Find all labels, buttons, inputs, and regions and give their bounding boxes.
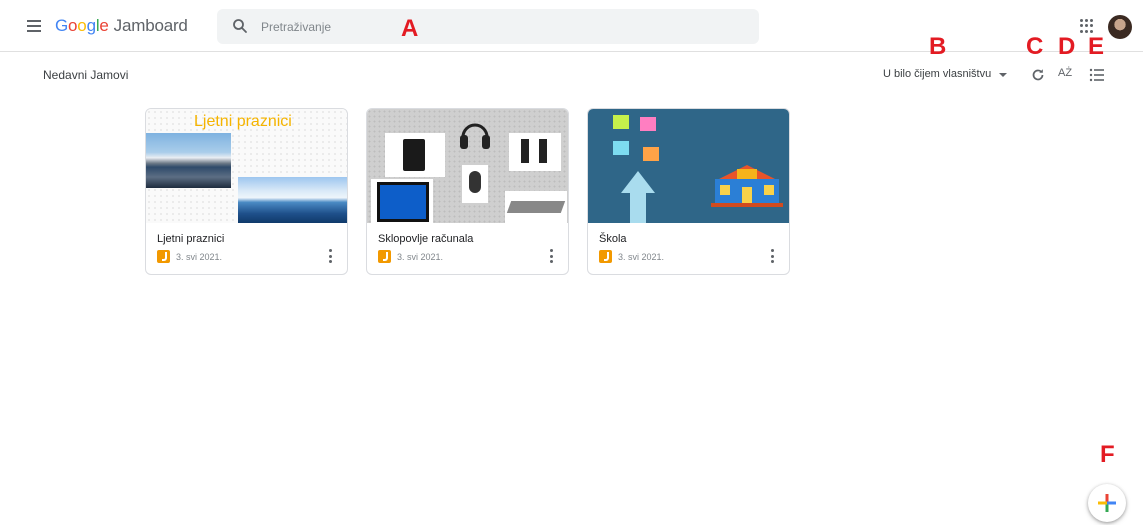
sticky-note bbox=[613, 141, 629, 155]
avatar[interactable] bbox=[1108, 15, 1132, 39]
keyboard-image bbox=[505, 191, 567, 223]
jam-card-sklopovlje-racunala[interactable]: Sklopovlje računala 3. svi 2021. bbox=[366, 108, 569, 275]
owner-filter-dropdown[interactable]: U bilo čijem vlasništvu bbox=[883, 68, 1008, 80]
jam-thumbnail: Ljetni praznici bbox=[146, 109, 347, 223]
jamboard-file-icon bbox=[378, 250, 391, 263]
jam-meta: 3. svi 2021. bbox=[599, 250, 664, 263]
mouse-image bbox=[462, 165, 488, 203]
more-vertical-icon[interactable] bbox=[771, 249, 775, 263]
annotation-label-a: A bbox=[401, 15, 419, 42]
main-menu-button[interactable] bbox=[24, 16, 44, 36]
refresh-icon[interactable] bbox=[1029, 66, 1047, 84]
headphones-image bbox=[460, 123, 490, 149]
annotation-label-d: D bbox=[1058, 33, 1076, 60]
app-logo[interactable]: Google Jamboard bbox=[55, 16, 188, 36]
jam-meta: 3. svi 2021. bbox=[378, 250, 443, 263]
hamburger-line bbox=[27, 25, 41, 27]
sticky-note bbox=[613, 115, 629, 129]
logo-letter: G bbox=[55, 16, 69, 35]
new-jam-button[interactable] bbox=[1088, 484, 1126, 522]
jam-date: 3. svi 2021. bbox=[618, 251, 665, 262]
monitor-image bbox=[371, 179, 433, 223]
jamboard-file-icon bbox=[599, 250, 612, 263]
more-vertical-icon[interactable] bbox=[550, 249, 554, 263]
arrow-up-shape bbox=[621, 171, 655, 223]
logo-letter: o bbox=[68, 16, 78, 35]
product-name: Jamboard bbox=[113, 16, 188, 35]
search-input[interactable] bbox=[259, 9, 739, 44]
logo-letter: g bbox=[86, 16, 96, 35]
school-building-image bbox=[711, 165, 783, 207]
sort-az-icon[interactable]: AŻ bbox=[1058, 67, 1072, 79]
caret-down-icon bbox=[999, 73, 1008, 77]
owner-filter-label: U bilo čijem vlasništvu bbox=[883, 68, 992, 80]
annotation-label-b: B bbox=[929, 33, 947, 60]
jamboard-file-icon bbox=[157, 250, 170, 263]
search-bar[interactable] bbox=[217, 9, 759, 44]
jam-thumbnail bbox=[367, 109, 568, 223]
jam-title: Škola bbox=[599, 233, 627, 245]
logo-letter: e bbox=[99, 16, 109, 35]
speakers-image bbox=[509, 133, 561, 171]
annotation-label-f: F bbox=[1100, 441, 1115, 468]
more-vertical-icon[interactable] bbox=[329, 249, 333, 263]
plus-icon bbox=[1098, 494, 1116, 512]
apps-grid-icon[interactable] bbox=[1080, 19, 1094, 33]
jam-card-ljetni-praznici[interactable]: Ljetni praznici Ljetni praznici 3. svi 2… bbox=[145, 108, 348, 275]
jam-title: Ljetni praznici bbox=[157, 233, 225, 245]
mountain-lake-image bbox=[146, 133, 231, 188]
sticky-note bbox=[640, 117, 656, 131]
jam-title: Sklopovlje računala bbox=[378, 233, 474, 245]
annotation-label-e: E bbox=[1088, 33, 1105, 60]
section-title: Nedavni Jamovi bbox=[43, 68, 129, 82]
sticky-note bbox=[643, 147, 659, 161]
app-header: Google Jamboard bbox=[0, 0, 1143, 52]
search-icon[interactable] bbox=[232, 18, 248, 34]
thumbnail-title: Ljetni praznici bbox=[194, 113, 292, 130]
annotation-label-c: C bbox=[1026, 33, 1044, 60]
jam-date: 3. svi 2021. bbox=[176, 251, 223, 262]
hamburger-line bbox=[27, 30, 41, 32]
jam-date: 3. svi 2021. bbox=[397, 251, 444, 262]
jam-thumbnail bbox=[588, 109, 789, 223]
sea-image bbox=[238, 177, 347, 223]
list-view-icon[interactable] bbox=[1088, 66, 1106, 84]
jam-card-skola[interactable]: Škola 3. svi 2021. bbox=[587, 108, 790, 275]
hamburger-line bbox=[27, 20, 41, 22]
logo-letter: o bbox=[77, 16, 87, 35]
computer-case-image bbox=[385, 133, 445, 177]
jam-meta: 3. svi 2021. bbox=[157, 250, 222, 263]
